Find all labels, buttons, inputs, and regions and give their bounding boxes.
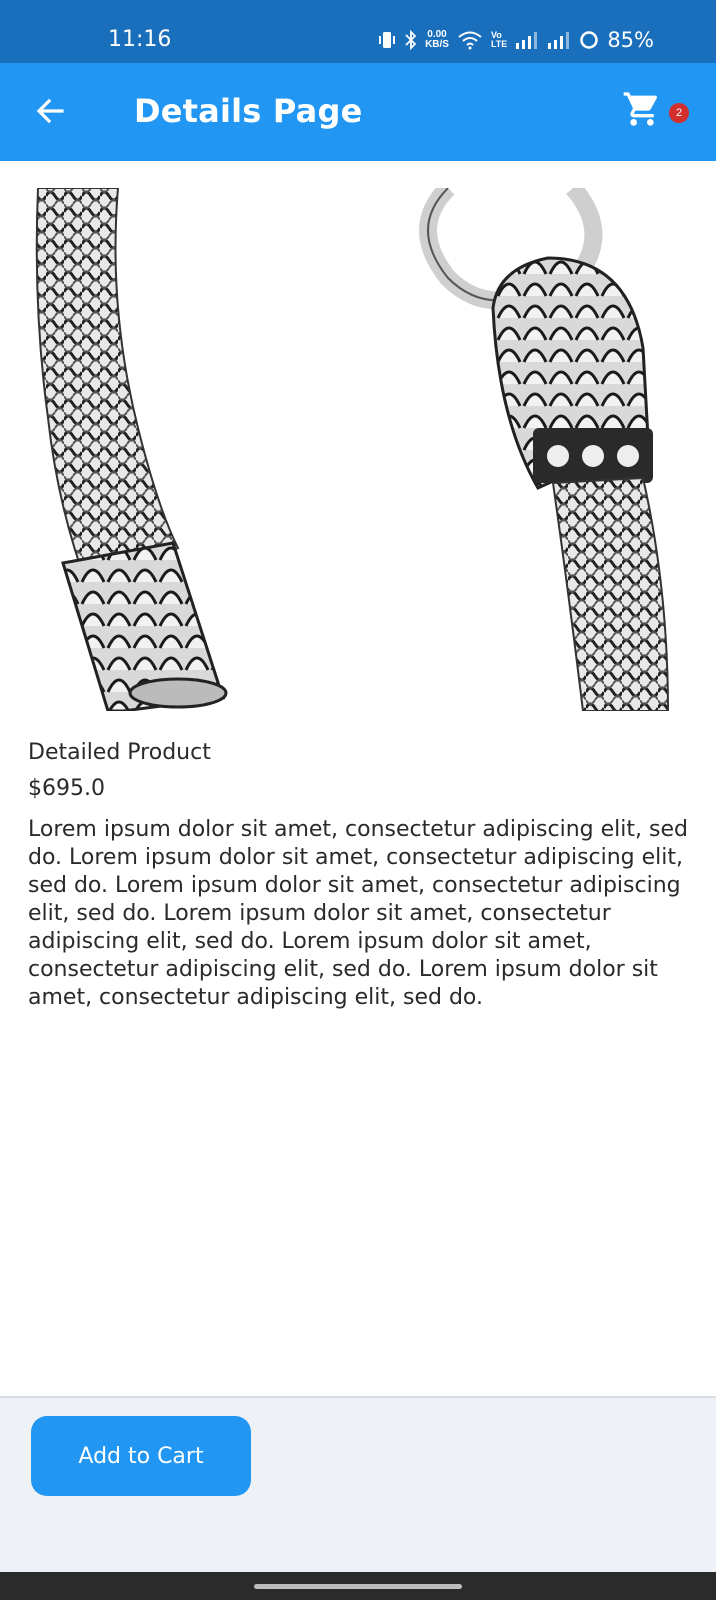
signal-icon-1 [516,32,538,49]
product-name: Detailed Product [28,740,211,765]
volte-indicator: Vo LTE [491,31,507,49]
net-speed-unit: KB/S [425,39,449,50]
app-bar: Details Page [0,63,716,161]
bracelet-illustration [35,188,670,711]
battery-percent: 85% [607,28,654,52]
status-bar: 11:16 0.00 KB/S Vo LTE 85% [0,0,716,63]
product-price: $695.0 [28,776,105,801]
bottom-action-bar: Add to Cart [0,1396,716,1572]
net-speed: 0.00 KB/S [425,30,449,50]
cart-count-badge: 2 [669,103,689,123]
product-image [28,188,688,711]
status-icons: 0.00 KB/S Vo LTE 85% [377,28,654,52]
add-to-cart-button[interactable]: Add to Cart [31,1416,251,1496]
home-indicator[interactable] [254,1584,462,1589]
product-description: Lorem ipsum dolor sit amet, consectetur … [28,817,688,1010]
battery-icon [580,31,599,49]
bluetooth-icon [405,30,417,50]
back-button[interactable] [28,89,72,133]
status-time: 11:16 [108,27,172,52]
signal-icon-2 [548,32,570,49]
vibrate-icon [379,32,396,48]
volte-bottom: LTE [490,39,508,49]
system-nav-bar [0,1572,716,1600]
page-title: Details Page [134,92,363,130]
wifi-icon [458,31,482,50]
cart-button[interactable] [622,89,666,133]
shopping-cart-icon [623,92,658,126]
arrow-back-icon [36,98,64,124]
